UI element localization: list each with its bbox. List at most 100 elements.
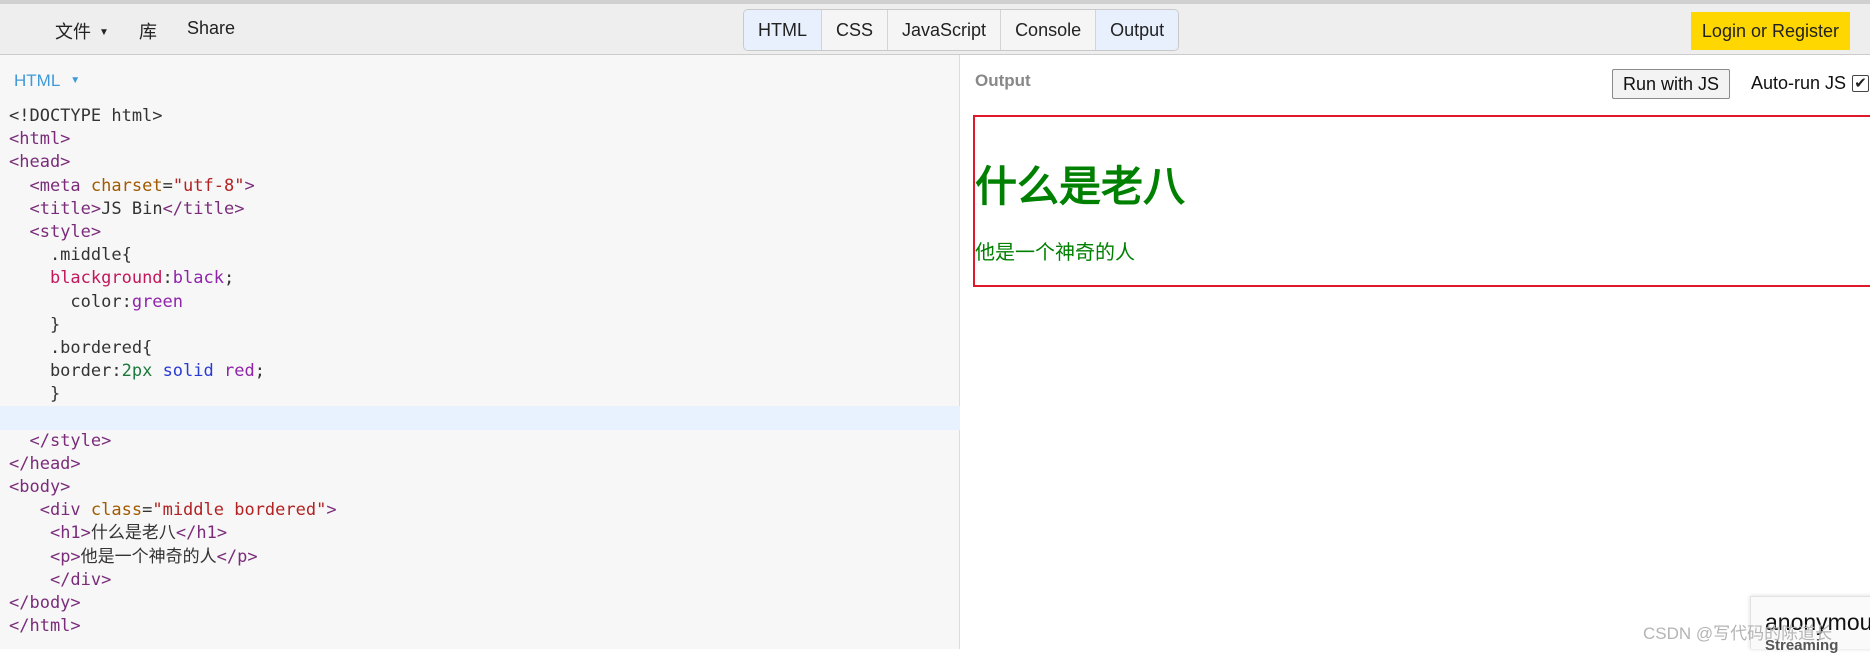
code-line[interactable]: <p>他是一个神奇的人</p>	[0, 546, 960, 569]
code-token: 2px	[121, 361, 153, 382]
code-token: ;	[254, 361, 265, 382]
code-token: 什么是老八	[90, 523, 176, 544]
code-line[interactable]: }	[0, 314, 960, 337]
code-token: 他是一个神奇的人	[80, 546, 217, 567]
code-line[interactable]: </body>	[0, 592, 960, 615]
run-with-js-button[interactable]: Run with JS	[1612, 69, 1731, 99]
code-token: =	[162, 175, 173, 196]
toggle-css[interactable]: CSS	[822, 10, 889, 50]
code-line[interactable]: <head>	[0, 151, 960, 174]
code-token: }	[9, 384, 61, 405]
auto-run-js-label: Auto-run JS	[1751, 73, 1847, 93]
code-token: <html>	[9, 129, 71, 150]
code-line[interactable]: <div class="middle bordered">	[0, 499, 960, 522]
code-line[interactable]: border:2px solid red;	[0, 360, 960, 383]
html-editor-panel: HTML ▼ <!DOCTYPE html> <html> <head> <meta …	[0, 55, 960, 649]
code-line[interactable]	[0, 406, 960, 430]
top-toolbar: 文件 ▼ 库 Share HTML CSS JavaScript Console …	[0, 0, 1870, 55]
code-token: <meta	[29, 175, 91, 196]
code-line[interactable]: blackground:black;	[0, 267, 960, 290]
code-token: </body>	[9, 592, 81, 613]
code-line[interactable]: </html>	[0, 615, 960, 638]
editor-language-label: HTML	[14, 71, 61, 90]
code-token: :	[162, 268, 173, 289]
code-token: </p>	[216, 546, 258, 567]
caret-down-icon: ▼	[70, 75, 81, 86]
code-token: border:	[9, 361, 122, 382]
code-line[interactable]: <h1>什么是老八</h1>	[0, 522, 960, 545]
rendered-heading: 什么是老八	[975, 162, 1186, 211]
toggle-javascript[interactable]: JavaScript	[888, 10, 1002, 50]
code-token: </head>	[9, 453, 81, 474]
code-token: <style>	[29, 221, 102, 242]
file-menu[interactable]: 文件 ▼	[55, 18, 109, 44]
code-token: .middle{	[9, 245, 132, 266]
output-panel-label: Output	[975, 71, 1031, 90]
caret-down-icon: ▼	[99, 27, 109, 38]
auto-run-js-checkbox[interactable]: ✔	[1852, 75, 1870, 92]
code-line[interactable]: }	[0, 383, 960, 406]
code-line[interactable]: .bordered{	[0, 337, 960, 360]
toggle-html[interactable]: HTML	[744, 10, 822, 50]
code-token: }	[9, 314, 61, 335]
code-token: .bordered{	[9, 337, 153, 358]
code-token: "utf-8"	[172, 175, 245, 196]
code-line[interactable]: </div>	[0, 569, 960, 592]
code-token: <div	[39, 500, 91, 521]
code-token: <body>	[9, 477, 71, 497]
code-line[interactable]: <body>	[0, 476, 960, 499]
code-token: </style>	[29, 430, 112, 451]
code-editor[interactable]: <!DOCTYPE html> <html> <head> <meta charse…	[0, 105, 960, 638]
library-menu[interactable]: 库	[139, 18, 157, 44]
toggle-output[interactable]: Output	[1096, 10, 1179, 50]
code-line[interactable]: <meta charset="utf-8">	[0, 175, 960, 198]
share-menu[interactable]: Share	[187, 18, 235, 39]
code-line[interactable]: <!DOCTYPE html>	[0, 105, 960, 128]
rendered-bordered-div: 什么是老八 他是一个神奇的人	[973, 115, 1870, 287]
code-line[interactable]: </head>	[0, 453, 960, 476]
code-token: red	[224, 361, 255, 382]
panel-toggle-group: HTML CSS JavaScript Console Output	[743, 9, 1180, 51]
code-token: </div>	[49, 569, 112, 590]
code-token: <p>	[49, 546, 81, 567]
code-token: >	[326, 500, 337, 521]
code-line[interactable]: <html>	[0, 128, 960, 151]
output-panel: Output Run with JS Auto-run JS ✔ 什么是老八 他…	[961, 55, 1870, 649]
csdn-watermark: CSDN @写代码的陈道长	[1643, 624, 1833, 643]
code-token: >	[244, 175, 255, 196]
toggle-console[interactable]: Console	[1001, 10, 1097, 50]
auto-run-js-toggle[interactable]: Auto-run JS ✔	[1751, 73, 1870, 94]
editor-language-dropdown[interactable]: HTML ▼	[14, 71, 80, 91]
code-token: blackground	[49, 268, 163, 289]
code-token: </title>	[162, 198, 245, 219]
code-line[interactable]: <style>	[0, 221, 960, 244]
code-line[interactable]: color:green	[0, 291, 960, 314]
code-token: charset	[90, 175, 163, 196]
code-token: JS Bin	[101, 198, 163, 219]
code-line[interactable]: .middle{	[0, 244, 960, 267]
code-token: green	[131, 291, 184, 312]
code-token: "middle bordered"	[152, 500, 327, 521]
code-token: <!DOCTYPE html>	[9, 106, 163, 126]
code-line[interactable]: </style>	[0, 430, 960, 453]
code-token: </html>	[9, 616, 81, 637]
code-token: ;	[223, 268, 235, 289]
code-token: solid	[162, 361, 214, 382]
code-token: =	[142, 500, 153, 521]
code-token: color:	[9, 291, 132, 312]
code-token: </h1>	[175, 523, 228, 544]
login-register-button[interactable]: Login or Register	[1690, 12, 1850, 50]
code-line[interactable]: <title>JS Bin</title>	[0, 198, 960, 221]
file-menu-label: 文件	[55, 22, 91, 42]
code-token: <h1>	[49, 523, 91, 544]
code-token: class	[90, 500, 143, 521]
